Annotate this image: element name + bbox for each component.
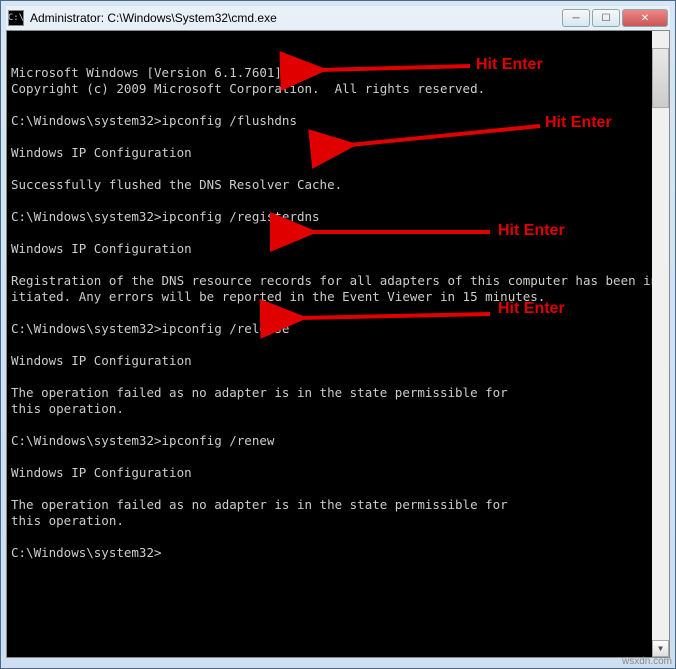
scroll-down-button[interactable]: ▼ xyxy=(652,640,669,657)
terminal-line xyxy=(11,417,665,433)
titlebar[interactable]: C:\ Administrator: C:\Windows\System32\c… xyxy=(6,6,670,30)
maximize-button[interactable]: ☐ xyxy=(592,9,620,27)
terminal-line xyxy=(11,257,665,273)
terminal-line xyxy=(11,337,665,353)
window-controls: ─ ☐ ✕ xyxy=(562,9,668,27)
minimize-button[interactable]: ─ xyxy=(562,9,590,27)
terminal-line: Successfully flushed the DNS Resolver Ca… xyxy=(11,177,665,193)
terminal-line: Windows IP Configuration xyxy=(11,241,665,257)
close-button[interactable]: ✕ xyxy=(622,9,668,27)
scroll-thumb[interactable] xyxy=(652,48,669,108)
window-title: Administrator: C:\Windows\System32\cmd.e… xyxy=(30,11,562,25)
cmd-window: C:\ Administrator: C:\Windows\System32\c… xyxy=(0,0,676,669)
terminal-line: this operation. xyxy=(11,513,665,529)
terminal-line xyxy=(11,193,665,209)
terminal-line: C:\Windows\system32>ipconfig /flushdns xyxy=(11,113,665,129)
terminal-line: The operation failed as no adapter is in… xyxy=(11,497,665,513)
terminal-line xyxy=(11,529,665,545)
terminal-line xyxy=(11,161,665,177)
terminal-line: C:\Windows\system32> xyxy=(11,545,665,561)
terminal-line: Windows IP Configuration xyxy=(11,145,665,161)
terminal-line xyxy=(11,369,665,385)
scrollbar[interactable]: ▲ ▼ xyxy=(652,31,669,657)
terminal-line: C:\Windows\system32>ipconfig /release xyxy=(11,321,665,337)
terminal-line: Windows IP Configuration xyxy=(11,465,665,481)
watermark: wsxdn.com xyxy=(622,656,672,667)
terminal-line xyxy=(11,481,665,497)
terminal-area[interactable]: Microsoft Windows [Version 6.1.7601]Copy… xyxy=(6,30,670,658)
terminal-line: The operation failed as no adapter is in… xyxy=(11,385,665,401)
cmd-icon: C:\ xyxy=(8,10,24,26)
terminal-line: Registration of the DNS resource records… xyxy=(11,273,665,305)
terminal-line: Windows IP Configuration xyxy=(11,353,665,369)
terminal-line: C:\Windows\system32>ipconfig /renew xyxy=(11,433,665,449)
terminal-line xyxy=(11,305,665,321)
terminal-line: Microsoft Windows [Version 6.1.7601] xyxy=(11,65,665,81)
terminal-line: C:\Windows\system32>ipconfig /registerdn… xyxy=(11,209,665,225)
terminal-line: this operation. xyxy=(11,401,665,417)
terminal-line xyxy=(11,97,665,113)
terminal-line xyxy=(11,449,665,465)
terminal-line xyxy=(11,225,665,241)
terminal-line xyxy=(11,129,665,145)
terminal-line: Copyright (c) 2009 Microsoft Corporation… xyxy=(11,81,665,97)
